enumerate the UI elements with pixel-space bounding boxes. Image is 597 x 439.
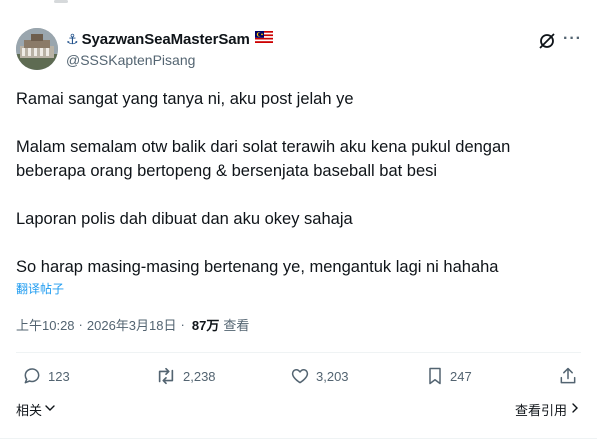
repost-button[interactable]: 2,238 <box>155 366 216 386</box>
author-display-name[interactable]: SyazwanSeaMasterSam <box>82 31 250 48</box>
tweet-text: Ramai sangat yang tanya ni, aku post jel… <box>16 87 576 279</box>
reply-button[interactable]: 123 <box>22 366 70 386</box>
bookmark-icon <box>426 366 444 386</box>
like-count: 3,203 <box>316 368 349 384</box>
avatar[interactable] <box>16 28 58 70</box>
repost-icon <box>155 366 177 386</box>
divider <box>16 352 581 353</box>
thread-line-stub <box>54 0 68 3</box>
tweet-line: Laporan polis dah dibuat dan aku okey sa… <box>16 210 353 228</box>
heart-icon <box>290 366 310 386</box>
chevron-right-icon <box>569 402 581 417</box>
translate-post-link[interactable]: 翻译帖子 <box>16 280 64 297</box>
meta-separator: · <box>180 317 185 332</box>
views-label: 查看 <box>223 318 250 333</box>
views-count: 87万 <box>191 318 220 333</box>
author-handle[interactable]: @SSSKaptenPisang <box>66 52 195 68</box>
author-name-row[interactable]: ⚓ SyazwanSeaMasterSam <box>66 30 273 48</box>
flag-emoji <box>254 30 273 48</box>
post-meta: 上午10:28 · 2026年3月18日 · 87万 查看 <box>16 315 249 334</box>
related-toggle[interactable]: 相关 <box>16 400 56 419</box>
reply-count: 123 <box>48 368 70 384</box>
view-quotes-label: 查看引用 <box>514 403 567 418</box>
view-quotes-link[interactable]: 查看引用 <box>515 400 581 419</box>
anchor-emoji: ⚓ <box>66 30 79 47</box>
tweet-line: Malam semalam otw balik dari solat teraw… <box>16 138 511 156</box>
tweet-line: Ramai sangat yang tanya ni, aku post jel… <box>16 90 354 108</box>
post-date[interactable]: 2026年3月18日 <box>87 315 177 334</box>
tweet-line: beberapa orang bertopeng & bersenjata ba… <box>16 162 438 180</box>
previous-post-fragment <box>0 0 597 14</box>
reply-icon <box>22 366 42 386</box>
tweet-line: So harap masing-masing bertenang ye, men… <box>16 258 499 276</box>
chevron-down-icon <box>44 402 56 417</box>
post-time[interactable]: 上午10:28 <box>16 315 75 334</box>
bookmark-button[interactable]: 247 <box>426 366 472 386</box>
repost-count: 2,238 <box>183 368 216 384</box>
grok-icon[interactable] <box>537 31 557 51</box>
share-button[interactable] <box>558 366 578 386</box>
like-button[interactable]: 3,203 <box>290 366 349 386</box>
bookmark-count: 247 <box>450 368 472 384</box>
meta-separator: · <box>78 317 83 332</box>
more-options-icon[interactable]: ··· <box>563 30 582 48</box>
related-label: 相关 <box>16 403 43 418</box>
share-icon <box>558 366 578 386</box>
